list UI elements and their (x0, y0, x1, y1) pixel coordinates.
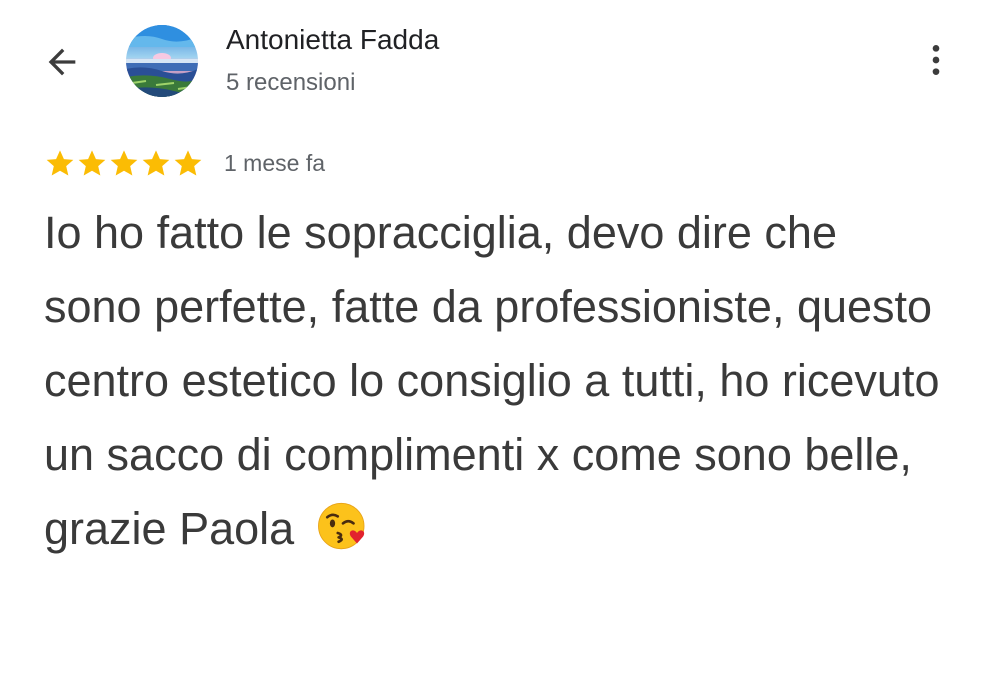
more-options-button[interactable] (912, 36, 960, 84)
review-body: Io ho fatto le sopracciglia, devo dire c… (44, 207, 940, 554)
review-text: Io ho fatto le sopracciglia, devo dire c… (44, 196, 944, 566)
author-name[interactable]: Antonietta Fadda (226, 24, 439, 56)
arrow-back-icon (48, 48, 76, 76)
star-icon (46, 150, 74, 176)
review-header: Antonietta Fadda 5 recensioni (0, 0, 1008, 120)
star-icon (174, 150, 202, 176)
star-icon (110, 150, 138, 176)
star-icon (142, 150, 170, 176)
avatar-landscape-image (126, 25, 198, 97)
rating-row: 1 mese fa (44, 146, 325, 180)
back-button[interactable] (36, 38, 88, 86)
avatar[interactable] (126, 25, 198, 97)
star-rating (44, 147, 204, 179)
review-date: 1 mese fa (224, 149, 325, 176)
star-icon (78, 150, 106, 176)
face-blowing-a-kiss-icon (317, 502, 365, 550)
review-count: 5 recensioni (226, 69, 356, 96)
more-vert-icon (932, 45, 940, 75)
